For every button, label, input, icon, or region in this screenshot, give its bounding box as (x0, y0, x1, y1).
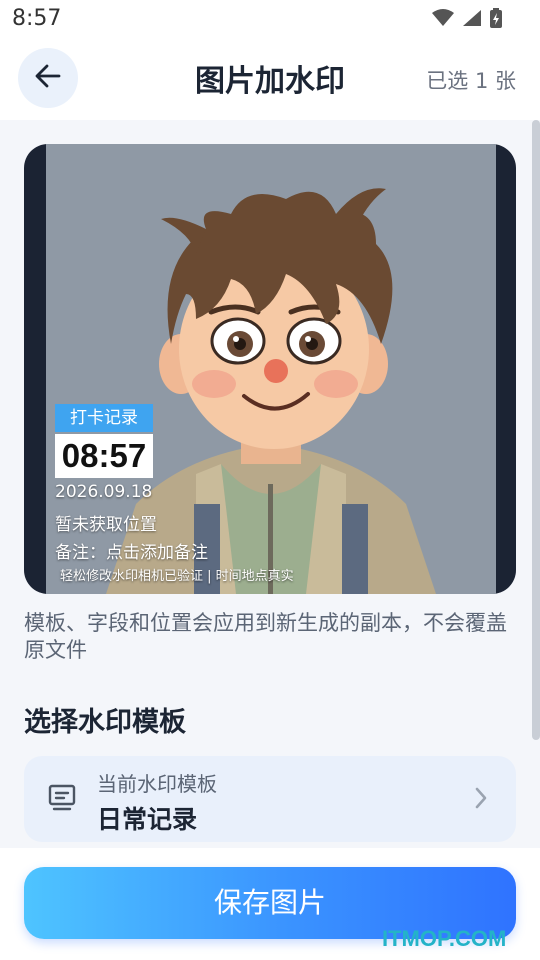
content-area[interactable]: 打卡记录 08:57 2026.09.18 暂未获取位置 备注：点击添加备注 轻… (0, 120, 540, 848)
chevron-right-icon (474, 786, 488, 814)
watermark-tag: 打卡记录 (55, 404, 153, 432)
section-title: 选择水印模板 (24, 707, 186, 738)
header: 图片加水印 已选 1 张 (0, 40, 540, 120)
watermark-location: 暂未获取位置 (55, 515, 157, 535)
selected-count: 已选 1 张 (426, 69, 516, 93)
watermark-date: 2026.09.18 (55, 482, 153, 502)
scrollbar[interactable] (532, 120, 540, 740)
template-selector[interactable]: 当前水印模板 日常记录 (24, 756, 516, 842)
wifi-icon (432, 9, 454, 31)
template-name: 日常记录 (97, 805, 198, 834)
template-label: 当前水印模板 (97, 772, 217, 796)
status-bar: 8:57 (0, 0, 540, 40)
watermark-footer: 轻松修改水印相机已验证 | 时间地点真实 (60, 569, 294, 584)
battery-icon (490, 8, 502, 32)
brand-watermark: ITMOP.COM (382, 926, 507, 951)
watermark-time: 08:57 (55, 434, 153, 478)
status-time: 8:57 (12, 6, 62, 31)
signal-icon (462, 9, 482, 31)
watermark-note[interactable]: 备注：点击添加备注 (55, 538, 208, 563)
status-icons (432, 8, 502, 32)
notice-text: 模板、字段和位置会应用到新生成的副本，不会覆盖原文件 (24, 611, 507, 662)
photo-preview-card[interactable]: 打卡记录 08:57 2026.09.18 暂未获取位置 备注：点击添加备注 轻… (24, 144, 516, 594)
template-icon (48, 784, 78, 816)
